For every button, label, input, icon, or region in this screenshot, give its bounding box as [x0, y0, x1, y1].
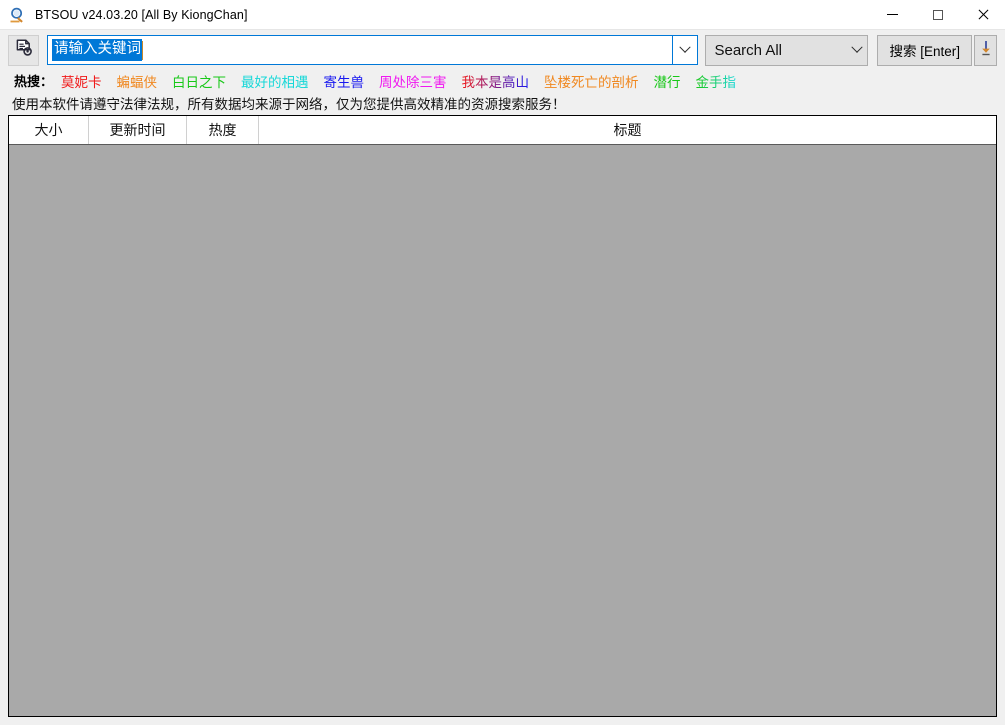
- hot-search-item-6[interactable]: 我本是高山: [462, 71, 530, 91]
- hot-search-item-3[interactable]: 最好的相遇: [241, 71, 309, 91]
- search-toolbar: 请输入关键词 Search All 搜索 [Enter]: [0, 30, 1005, 70]
- hot-search-item-4[interactable]: 寄生兽: [324, 71, 365, 91]
- hot-search-bar: 热搜： 莫妮卡 蝙蝠侠 白日之下 最好的相遇 寄生兽 周处除三害 我本是高山 坠…: [0, 70, 1005, 91]
- scope-dropdown-arrow: [851, 36, 864, 65]
- title-bar: BTSOU v24.03.20 [All By KiongChan]: [0, 0, 1005, 30]
- column-header-size[interactable]: 大小: [9, 116, 89, 144]
- hot-search-item-5[interactable]: 周处除三害: [379, 71, 447, 91]
- column-header-heat[interactable]: 热度: [187, 116, 259, 144]
- hot-search-label: 热搜：: [14, 74, 54, 89]
- hot-search-item-0[interactable]: 莫妮卡: [61, 71, 102, 91]
- search-input-value[interactable]: 请输入关键词: [52, 39, 142, 61]
- search-button[interactable]: 搜索 [Enter]: [877, 34, 972, 66]
- column-header-update-time[interactable]: 更新时间: [89, 116, 187, 144]
- chevron-down-icon: [679, 41, 692, 53]
- minimize-button[interactable]: [870, 0, 915, 29]
- search-scope-value: Search All: [714, 41, 783, 59]
- hot-search-item-9[interactable]: 金手指: [696, 71, 737, 91]
- window-title: BTSOU v24.03.20 [All By KiongChan]: [35, 7, 248, 22]
- window-controls: [870, 0, 1005, 29]
- results-table-header: 大小 更新时间 热度 标题: [9, 116, 996, 145]
- document-settings-icon: [14, 38, 34, 63]
- search-input[interactable]: 请输入关键词: [47, 35, 699, 65]
- hot-search-item-2[interactable]: 白日之下: [172, 71, 226, 91]
- close-button[interactable]: [960, 0, 1005, 29]
- download-button[interactable]: [974, 34, 997, 66]
- maximize-icon: [932, 9, 943, 20]
- search-scope-select[interactable]: Search All: [705, 34, 869, 66]
- app-window: BTSOU v24.03.20 [All By KiongChan] 请输入关键…: [0, 0, 1005, 725]
- download-arrow-icon: [979, 39, 993, 62]
- close-icon: [977, 9, 989, 21]
- hot-search-item-7[interactable]: 坠楼死亡的剖析: [544, 71, 639, 91]
- maximize-button[interactable]: [915, 0, 960, 29]
- results-list: 大小 更新时间 热度 标题: [8, 115, 997, 717]
- results-table-body[interactable]: [9, 145, 996, 716]
- hot-search-item-8[interactable]: 潜行: [654, 71, 681, 91]
- document-settings-button[interactable]: [8, 34, 39, 66]
- magnifier-icon: [8, 5, 28, 25]
- search-history-dropdown-button[interactable]: [672, 36, 698, 64]
- disclaimer-text: 使用本软件请遵守法律法规，所有数据均来源于网络，仅为您提供高效精准的资源搜索服务…: [0, 91, 1005, 115]
- text-caret: [142, 40, 143, 60]
- minimize-icon: [887, 14, 898, 15]
- hot-search-item-1[interactable]: 蝙蝠侠: [117, 71, 158, 91]
- chevron-down-icon: [851, 41, 864, 53]
- column-header-title[interactable]: 标题: [259, 116, 996, 144]
